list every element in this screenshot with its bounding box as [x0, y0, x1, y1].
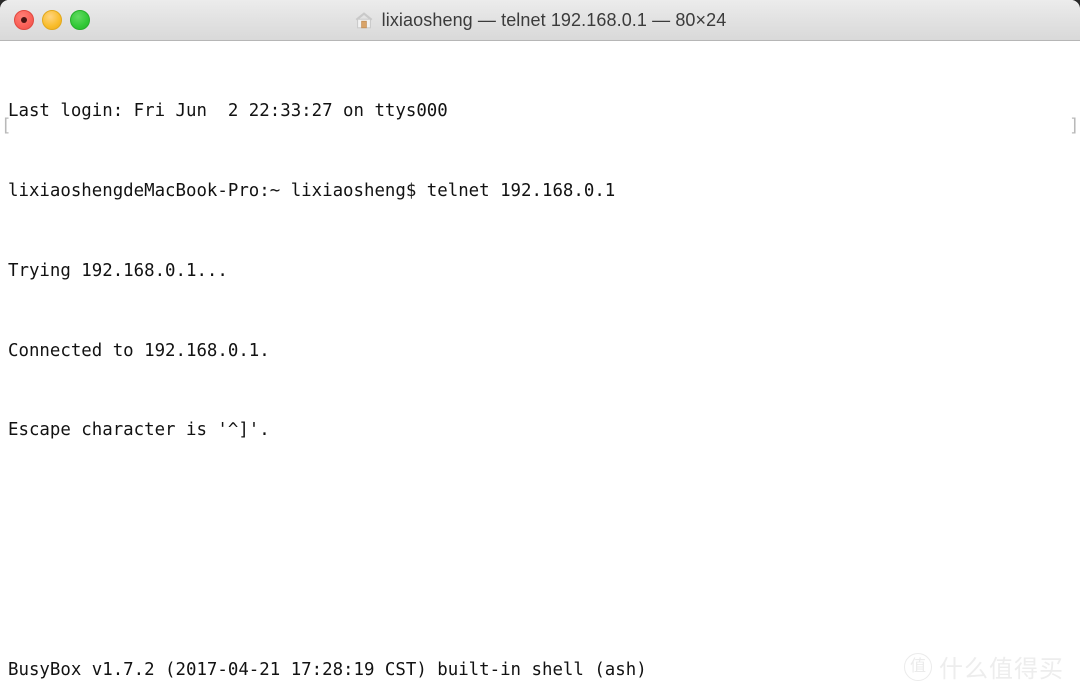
- window-controls: [14, 0, 90, 40]
- terminal-output: Last login: Fri Jun 2 22:33:27 on ttys00…: [8, 45, 647, 693]
- capture-bracket-left: [: [1, 116, 12, 136]
- screen: lixiaosheng — telnet 192.168.0.1 — 80×24…: [0, 0, 1080, 693]
- window-titlebar[interactable]: lixiaosheng — telnet 192.168.0.1 — 80×24: [0, 0, 1080, 41]
- home-icon: [355, 12, 373, 29]
- terminal-line: BusyBox v1.7.2 (2017-04-21 17:28:19 CST)…: [8, 659, 647, 680]
- terminal-line: Escape character is '^]'.: [8, 420, 270, 441]
- watermark-text: 什么值得买: [939, 655, 1064, 683]
- capture-bracket-right: ]: [1069, 116, 1080, 136]
- terminal-line: lixiaoshengdeMacBook-Pro:~ lixiaosheng$ …: [8, 180, 616, 201]
- terminal-line: Trying 192.168.0.1...: [8, 260, 228, 281]
- terminal-window: lixiaosheng — telnet 192.168.0.1 — 80×24…: [0, 0, 1080, 693]
- maximize-button[interactable]: [70, 10, 90, 30]
- window-title-group: lixiaosheng — telnet 192.168.0.1 — 80×24: [0, 0, 1080, 40]
- close-button[interactable]: [14, 10, 34, 30]
- watermark: 值 什么值得买: [904, 649, 1064, 684]
- minimize-button[interactable]: [42, 10, 62, 30]
- window-title: lixiaosheng — telnet 192.168.0.1 — 80×24: [381, 9, 727, 30]
- terminal-line: Last login: Fri Jun 2 22:33:27 on ttys00…: [8, 101, 448, 122]
- terminal-body[interactable]: Last login: Fri Jun 2 22:33:27 on ttys00…: [0, 41, 1080, 693]
- terminal-line: Connected to 192.168.0.1.: [8, 340, 270, 361]
- watermark-badge: 值: [904, 652, 932, 681]
